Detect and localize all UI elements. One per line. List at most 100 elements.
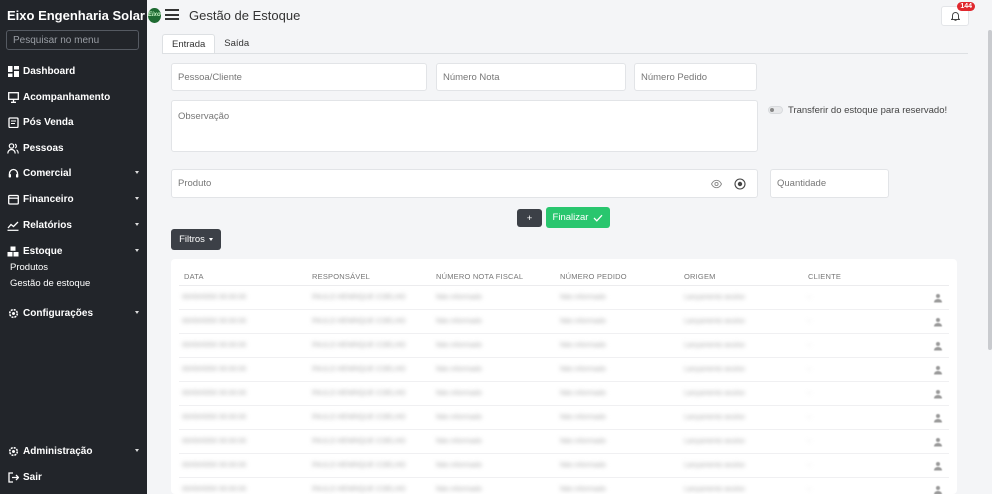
- table-cell: 00/00/0000 00:00:00: [182, 366, 247, 373]
- chevron-down-icon: [135, 197, 139, 200]
- tab-bar: Entrada Saída: [162, 34, 258, 54]
- tab-saida[interactable]: Saída: [215, 34, 258, 54]
- sidebar-item-acompanhamento[interactable]: Acompanhamento: [0, 87, 147, 107]
- table-row[interactable]: 00/00/0000 00:00:00 PAULO HENRIQUE COELHO…: [171, 406, 957, 430]
- table-cell: Não informado: [560, 486, 606, 493]
- user-icon[interactable]: [933, 317, 943, 327]
- table-cell: Lançamento avulso: [684, 438, 745, 445]
- column-header-origem[interactable]: ORIGEM: [684, 272, 716, 281]
- table-cell: -: [808, 414, 811, 421]
- table-row[interactable]: 00/00/0000 00:00:00 PAULO HENRIQUE COELHO…: [171, 358, 957, 382]
- table-cell: PAULO HENRIQUE COELHO: [312, 486, 406, 493]
- movements-table: DATA RESPONSÁVEL NÚMERO NOTA FISCAL NÚME…: [171, 259, 957, 494]
- table-cell: PAULO HENRIQUE COELHO: [312, 342, 406, 349]
- sidebar-item-sair[interactable]: Sair: [0, 467, 147, 487]
- sidebar-item-estoque[interactable]: Estoque: [0, 241, 147, 261]
- sidebar-item-label: Configurações: [23, 307, 94, 319]
- dashboard-icon: [7, 65, 19, 77]
- table-cell: Não informado: [560, 438, 606, 445]
- sidebar-subitem-gestao-estoque[interactable]: Gestão de estoque: [10, 278, 90, 289]
- add-item-button[interactable]: +: [517, 209, 542, 227]
- table-cell: PAULO HENRIQUE COELHO: [312, 318, 406, 325]
- sidebar-item-dashboard[interactable]: Dashboard: [0, 61, 147, 81]
- notification-badge: 144: [957, 2, 975, 11]
- table-cell: 00/00/0000 00:00:00: [182, 462, 247, 469]
- table-cell: Não informado: [560, 342, 606, 349]
- user-icon[interactable]: [933, 461, 943, 471]
- topbar: Gestão de Estoque 144: [147, 0, 992, 30]
- user-icon[interactable]: [933, 485, 943, 494]
- filtros-button[interactable]: Filtros: [171, 229, 221, 250]
- table-cell: -: [808, 462, 811, 469]
- table-cell: PAULO HENRIQUE COELHO: [312, 414, 406, 421]
- sidebar-item-label: Pós Venda: [23, 116, 74, 128]
- quantidade-input[interactable]: [770, 169, 889, 198]
- tab-entrada[interactable]: Entrada: [162, 34, 216, 54]
- user-icon[interactable]: [933, 293, 943, 303]
- sidebar-item-relatorios[interactable]: Relatórios: [0, 215, 147, 235]
- table-cell: PAULO HENRIQUE COELHO: [312, 366, 406, 373]
- table-cell: 00/00/0000 00:00:00: [182, 294, 247, 301]
- scrollbar[interactable]: [988, 30, 992, 350]
- sidebar-item-label: Dashboard: [23, 65, 76, 77]
- chevron-down-icon: [135, 223, 139, 226]
- table-cell: Não informado: [436, 414, 482, 421]
- table-row[interactable]: 00/00/0000 00:00:00 PAULO HENRIQUE COELHO…: [171, 334, 957, 358]
- transferir-reservado-toggle[interactable]: [768, 106, 783, 114]
- sidebar-item-administracao[interactable]: Administração: [0, 441, 147, 461]
- table-row[interactable]: 00/00/0000 00:00:00 PAULO HENRIQUE COELHO…: [171, 454, 957, 478]
- table-cell: 00/00/0000 00:00:00: [182, 438, 247, 445]
- logout-icon: [7, 471, 19, 483]
- column-header-nota-fiscal[interactable]: NÚMERO NOTA FISCAL: [436, 272, 523, 281]
- table-cell: Não informado: [560, 390, 606, 397]
- table-cell: PAULO HENRIQUE COELHO: [312, 294, 406, 301]
- table-cell: Não informado: [436, 462, 482, 469]
- add-circle-icon[interactable]: [734, 178, 746, 190]
- user-icon[interactable]: [933, 341, 943, 351]
- table-row[interactable]: 00/00/0000 00:00:00 PAULO HENRIQUE COELHO…: [171, 286, 957, 310]
- table-cell: Lançamento avulso: [684, 486, 745, 493]
- sidebar-item-pos-venda[interactable]: Pós Venda: [0, 112, 147, 132]
- table-cell: PAULO HENRIQUE COELHO: [312, 462, 406, 469]
- table-row[interactable]: 00/00/0000 00:00:00 PAULO HENRIQUE COELHO…: [171, 430, 957, 454]
- user-icon[interactable]: [933, 437, 943, 447]
- brand[interactable]: Eixo Engenharia Solar Eixo: [0, 0, 161, 30]
- menu-search-input[interactable]: [6, 30, 139, 50]
- table-cell: -: [808, 390, 811, 397]
- chevron-down-icon: [135, 449, 139, 452]
- table-cell: Lançamento avulso: [684, 366, 745, 373]
- table-cell: 00/00/0000 00:00:00: [182, 414, 247, 421]
- chevron-down-icon: [135, 249, 139, 252]
- numero-pedido-input[interactable]: [634, 63, 757, 91]
- observacao-textarea[interactable]: [171, 100, 758, 152]
- sidebar-item-financeiro[interactable]: Financeiro: [0, 189, 147, 209]
- menu-toggle-icon[interactable]: [165, 9, 179, 20]
- sidebar-item-configuracoes[interactable]: Configurações: [0, 303, 147, 323]
- table-row[interactable]: 00/00/0000 00:00:00 PAULO HENRIQUE COELHO…: [171, 478, 957, 494]
- column-header-cliente[interactable]: CLIENTE: [808, 272, 841, 281]
- table-row[interactable]: 00/00/0000 00:00:00 PAULO HENRIQUE COELHO…: [171, 382, 957, 406]
- table-cell: Lançamento avulso: [684, 390, 745, 397]
- sidebar-item-pessoas[interactable]: Pessoas: [0, 138, 147, 158]
- sidebar-item-comercial[interactable]: Comercial: [0, 163, 147, 183]
- column-header-responsavel[interactable]: RESPONSÁVEL: [312, 272, 370, 281]
- produto-input[interactable]: [171, 169, 758, 198]
- finalizar-button[interactable]: Finalizar: [546, 207, 610, 228]
- wallet-icon: [7, 193, 19, 205]
- table-cell: Não informado: [560, 414, 606, 421]
- sidebar-item-label: Estoque: [23, 245, 63, 257]
- user-icon[interactable]: [933, 389, 943, 399]
- column-header-data[interactable]: DATA: [184, 272, 204, 281]
- eye-icon[interactable]: [711, 179, 722, 189]
- table-cell: 00/00/0000 00:00:00: [182, 318, 247, 325]
- user-icon[interactable]: [933, 365, 943, 375]
- numero-nota-input[interactable]: [436, 63, 626, 91]
- table-cell: -: [808, 366, 811, 373]
- column-header-numero-pedido[interactable]: NÚMERO PEDIDO: [560, 272, 627, 281]
- user-icon[interactable]: [933, 413, 943, 423]
- table-cell: -: [808, 318, 811, 325]
- pessoa-cliente-input[interactable]: [171, 63, 427, 91]
- sidebar-subitem-produtos[interactable]: Produtos: [10, 262, 48, 273]
- table-cell: Lançamento avulso: [684, 414, 745, 421]
- table-row[interactable]: 00/00/0000 00:00:00 PAULO HENRIQUE COELHO…: [171, 310, 957, 334]
